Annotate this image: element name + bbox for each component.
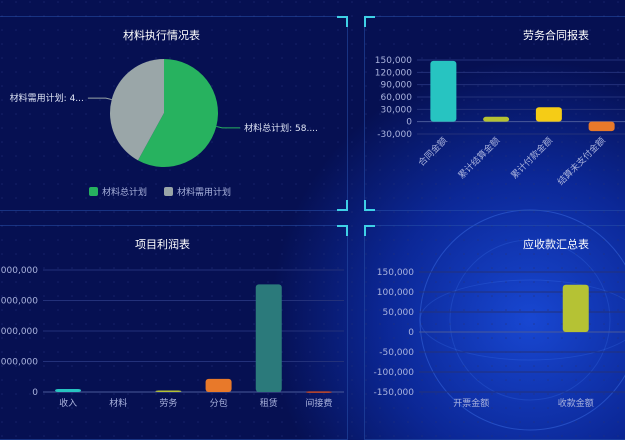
bar <box>535 107 562 122</box>
bar <box>155 390 182 392</box>
project-profit-panel: 项目利润表 0,000,000,000,000,000,000,000,000 收… <box>0 225 348 440</box>
bar <box>430 60 457 122</box>
x-tick-label: 收款金额 <box>558 397 594 409</box>
x-tick-label: 合同金额 <box>416 135 450 169</box>
profit-bar-chart: 0 ,000,000 ,000,000 ,000,000 ,000,000 收入 材料 劳务 分… <box>0 266 344 409</box>
x-tick-label: 累计付款金额 <box>508 135 555 182</box>
y-tick-label: -150,000 <box>374 388 415 398</box>
x-tick-label: 累计结算金额 <box>456 135 503 182</box>
bar <box>588 121 615 132</box>
bar <box>562 284 589 332</box>
pie-slice-label: 材料总计划: 58.... <box>244 122 318 134</box>
y-tick-label: 0 <box>406 118 412 128</box>
y-tick-label: 60,000 <box>381 93 413 103</box>
y-tick-label: 120,000 <box>375 68 412 78</box>
material-pie-chart: 材料总计划: 58.... 材料需用计划: 4... 材料总计划 材料需用计划 <box>10 59 318 198</box>
y-tick-label: 0 <box>408 328 414 338</box>
y-tick-label: ,000,000 <box>0 358 38 368</box>
x-tick-label: 结算未支付金额 <box>555 135 608 188</box>
legend-swatch <box>89 187 98 196</box>
legend-label: 材料需用计划 <box>177 186 231 198</box>
y-tick-label: 50,000 <box>383 308 415 318</box>
x-tick-label: 收入 <box>59 397 77 409</box>
x-tick-label: 劳务 <box>159 397 177 409</box>
x-tick-label: 租赁 <box>260 397 278 409</box>
y-tick-label: 0 <box>32 388 38 398</box>
receivables-panel: 应收款汇总表 -150,000 -100,000 -50,000 0 50,000 100… <box>364 225 625 440</box>
pie-slice-label: 材料需用计划: 4... <box>10 92 84 104</box>
bar <box>305 391 332 393</box>
material-execution-panel: 材料执行情况表 材料总计划: 58.... 材料需用计划: 4... 材料总计划 材料… <box>0 16 348 211</box>
y-tick-label: 30,000 <box>381 105 413 115</box>
y-tick-label: ,000,000 <box>0 266 38 276</box>
y-tick-label: ,000,000 <box>0 327 38 337</box>
bar <box>205 378 232 392</box>
y-tick-label: -30,000 <box>377 130 412 140</box>
x-tick-label: 间接费 <box>305 397 332 409</box>
legend-label: 材料总计划 <box>102 186 147 198</box>
receivables-bar-chart: -150,000 -100,000 -50,000 0 50,000 100,000 150… <box>374 268 625 409</box>
y-tick-label: 100,000 <box>377 288 414 298</box>
labor-bar-chart: -30,000 0 30,000 60,000 90,000 120,000 150,000… <box>375 56 625 188</box>
x-tick-label: 材料 <box>109 397 127 409</box>
y-tick-label: -100,000 <box>374 368 415 378</box>
y-tick-label: ,000,000 <box>0 297 38 307</box>
y-tick-label: -50,000 <box>379 348 414 358</box>
pie-label-line <box>216 125 241 129</box>
y-tick-label: 90,000 <box>381 81 413 91</box>
pie-label-line <box>87 97 112 101</box>
y-tick-label: 150,000 <box>377 268 414 278</box>
legend-swatch <box>164 187 173 196</box>
bar <box>483 116 510 122</box>
bar <box>255 284 282 392</box>
bar <box>55 388 82 392</box>
y-tick-label: 150,000 <box>375 56 412 66</box>
x-tick-label: 开票金额 <box>453 397 489 409</box>
labor-contract-panel: 劳务合同报表 -30,000 0 30,000 60,000 90,000 120,000… <box>364 16 625 211</box>
x-tick-label: 分包 <box>210 397 228 409</box>
